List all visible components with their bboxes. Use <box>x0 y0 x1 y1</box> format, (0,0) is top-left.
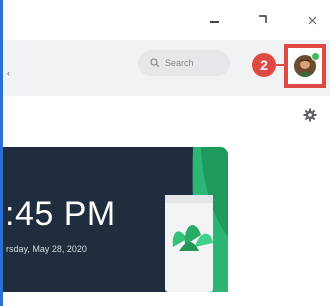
maximize-icon <box>259 15 267 23</box>
search-icon <box>150 58 160 68</box>
maximize-button[interactable] <box>251 12 273 28</box>
current-date: rsday, May 28, 2020 <box>6 244 87 254</box>
settings-button[interactable] <box>303 108 317 122</box>
search-placeholder: Search <box>165 58 194 68</box>
search-box[interactable]: Search <box>138 50 230 76</box>
back-icon[interactable]: ‹ <box>7 68 10 78</box>
title-bar <box>3 0 330 40</box>
close-button[interactable] <box>301 12 323 28</box>
gear-icon <box>303 108 317 122</box>
minimize-button[interactable] <box>203 12 225 28</box>
minimize-icon <box>209 21 219 23</box>
app-window: ‹ Search 2:45 PM rsday, May 28, 2020 <box>0 0 330 306</box>
callout-connector <box>276 64 284 66</box>
home-clock-card: :45 PM rsday, May 28, 2020 <box>3 147 228 292</box>
step-number-badge: 2 <box>252 53 276 77</box>
current-time: :45 PM <box>5 195 116 233</box>
profile-avatar-highlight[interactable] <box>284 44 326 88</box>
close-icon <box>308 16 316 24</box>
content-area <box>3 292 330 306</box>
plant-illustration <box>165 147 228 292</box>
presence-status-dot <box>311 52 320 61</box>
top-toolbar: ‹ Search <box>3 40 330 96</box>
